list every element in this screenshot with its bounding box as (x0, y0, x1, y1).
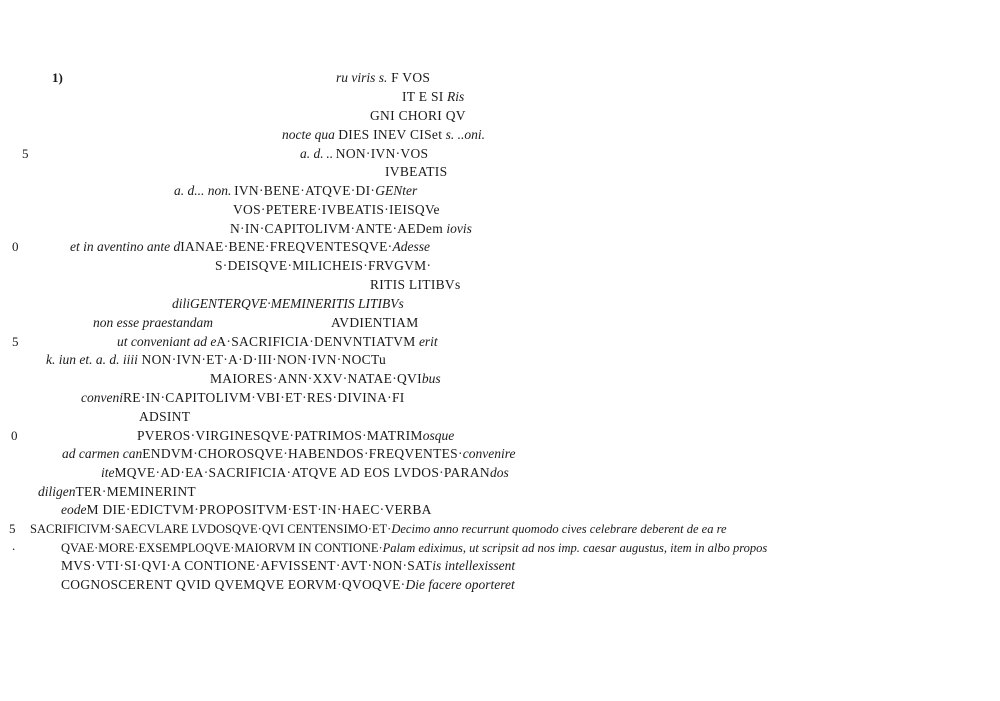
italic-restoration: is intellexissent (432, 558, 516, 573)
inscription-text: PVEROS·VIRGINESQVE·PATRIMOS·MATRIM (137, 428, 423, 443)
italic-restoration: iovis (443, 221, 472, 236)
inscription-text: IVN·BENE·ATQVE·DI· (234, 183, 376, 198)
inscription-text: ENDVM·CHOROSQVE·HABENDOS·FREQVENTES· (142, 446, 463, 461)
text-line: a. d. .. NON·IVN·VOS (300, 146, 428, 162)
italic-restoration: nocte qua (282, 127, 339, 142)
line-number: 0 (12, 239, 19, 254)
line-number: 0 (11, 428, 18, 443)
italic-restoration: k. iun et. a. d. iiii (46, 352, 138, 367)
text-line: nocte qua DIES INEV CISet s. ..oni. (282, 127, 485, 143)
inscription-text: NON·IVN·ET·A·D·III·NON·IVN·NOCTu (137, 352, 387, 367)
line-number: 5 (22, 146, 29, 161)
inscription-text: VOS·PETERE·IVBEATIS·IEISQVe (233, 202, 440, 217)
line-number: 5 (9, 521, 16, 536)
text-line: non esse praestandam AVDIENTIAM (93, 315, 419, 331)
italic-restoration: conveni (81, 390, 123, 405)
italic-restoration: eode (61, 502, 87, 517)
italic-restoration: ite (101, 465, 115, 480)
line-number: . (12, 538, 16, 553)
italic-restoration: dos (489, 465, 509, 480)
text-line: PVEROS·VIRGINESQVE·PATRIMOS·MATRIMosque (137, 428, 454, 444)
inscription-text: ADSINT (139, 409, 191, 424)
text-line: VOS·PETERE·IVBEATIS·IEISQVe (233, 202, 440, 218)
italic-restoration: s. ..oni. (442, 127, 486, 142)
italic-restoration: osque (422, 428, 455, 443)
inscription-text: MAIORES·ANN·XXV·NATAE·QVI (210, 371, 422, 386)
italic-restoration: diliGENTERQVE·MEMINERITIS LITIBVs (172, 296, 404, 311)
text-line: iteMQVE·AD·EA·SACRIFICIA·ATQVE AD EOS LV… (101, 465, 509, 481)
italic-restoration: diligen (38, 484, 76, 499)
text-line: RITIS LITIBVs (370, 277, 461, 293)
text-line: a. d... non. IVN·BENE·ATQVE·DI·GENter (174, 183, 417, 199)
text-line: MAIORES·ANN·XXV·NATAE·QVIbus (210, 371, 441, 387)
italic-restoration: ut conveniant ad e (117, 334, 217, 349)
text-line: N·IN·CAPITOLIVM·ANTE·AEDem iovis (230, 221, 472, 237)
inscription-text: IANAE·BENE·FREQVENTESQVE· (180, 239, 393, 254)
italic-restoration: ru viris s. (336, 70, 388, 85)
italic-restoration: erit (415, 334, 438, 349)
inscription-text: M DIE·EDICTVM·PROPOSITVM·EST·IN·HAEC·VER… (86, 502, 432, 517)
italic-restoration: a. d. .. (300, 146, 336, 161)
italic-restoration: ad carmen can (62, 446, 143, 461)
italic-restoration: Adesse (392, 239, 430, 254)
text-line: ut conveniant ad eA·SACRIFICIA·DENVNTIAT… (117, 334, 438, 350)
text-line: et in aventino ante dIANAE·BENE·FREQVENT… (70, 239, 430, 255)
inscription-text: QVAE·MORE·EXSEMPLOQVE·MAIORVM IN CONTION… (61, 541, 383, 555)
italic-restoration: convenire (462, 446, 516, 461)
text-line: SACRIFICIVM·SAECVLARE LVDOSQVE·QVI CENTE… (30, 521, 727, 537)
text-line: ADSINT (139, 409, 190, 425)
inscription-text: IT E SI (402, 89, 444, 104)
text-line: ad carmen canENDVM·CHOROSQVE·HABENDOS·FR… (62, 446, 516, 462)
italic-restoration: a. d... non. (174, 183, 235, 198)
inscription-text: A·SACRIFICIA·DENVNTIATVM (216, 334, 416, 349)
italic-restoration: Die facere oporteret (405, 577, 515, 592)
inscription-text: RE·IN·CAPITOLIVM·VBI·ET·RES·DIVINA·FI (122, 390, 405, 405)
text-line: diligenTER·MEMINERINT (38, 484, 196, 500)
text-line: conveniRE·IN·CAPITOLIVM·VBI·ET·RES·DIVIN… (81, 390, 405, 406)
italic-restoration: Decimo anno recurrunt quomodo cives cele… (391, 522, 727, 536)
text-line: IVBEATIS (385, 164, 447, 180)
italic-restoration: Ris (443, 89, 465, 104)
inscription-text: IVBEATIS (385, 164, 448, 179)
text-line: QVAE·MORE·EXSEMPLOQVE·MAIORVM IN CONTION… (61, 540, 767, 556)
italic-restoration: non esse praestandam (93, 315, 213, 330)
line-number: 5 (12, 334, 19, 349)
text-line: COGNOSCERENT QVID QVEMQVE EORVM·QVOQVE·D… (61, 577, 515, 593)
italic-restoration: Palam ediximus, ut scripsit ad nos imp. … (382, 541, 768, 555)
inscription-text: SACRIFICIVM·SAECVLARE LVDOSQVE·QVI CENTE… (30, 522, 392, 536)
inscription-text: N·IN·CAPITOLIVM·ANTE·AEDem (230, 221, 444, 236)
text-line: ru viris s. F VOS (336, 70, 430, 86)
text-line: GNI CHORI QV (370, 108, 466, 124)
italic-restoration: bus (421, 371, 441, 386)
inscription-text: COGNOSCERENT QVID QVEMQVE EORVM·QVOQVE· (61, 577, 406, 592)
italic-restoration: GENter (375, 183, 418, 198)
text-line: S·DEISQVE·MILICHEIS·FRVGVM· (215, 258, 431, 274)
inscription-page: 1) 5 0 5 0 5 . ru viris s. F VOS IT E SI… (0, 0, 1000, 701)
inscription-text: F VOS (387, 70, 431, 85)
text-line: k. iun et. a. d. iiii NON·IVN·ET·A·D·III… (46, 352, 386, 368)
inscription-text: MVS·VTI·SI·QVI·A CONTIONE·AFVISSENT·AVT·… (61, 558, 433, 573)
italic-restoration: et in aventino ante d (70, 239, 181, 254)
text-line: IT E SI Ris (402, 89, 464, 105)
inscription-text: RITIS LITIBVs (370, 277, 461, 292)
text-line: eodeM DIE·EDICTVM·PROPOSITVM·EST·IN·HAEC… (61, 502, 432, 518)
inscription-text: S·DEISQVE·MILICHEIS·FRVGVM· (215, 258, 432, 273)
inscription-text: NON·IVN·VOS (335, 146, 429, 161)
fragment-marker: 1) (52, 70, 63, 85)
inscription-text: DIES INEV CISet (338, 127, 443, 142)
inscription-text: AVDIENTIAM (331, 315, 419, 330)
text-line: MVS·VTI·SI·QVI·A CONTIONE·AFVISSENT·AVT·… (61, 558, 515, 574)
text-line: diliGENTERQVE·MEMINERITIS LITIBVs (172, 296, 404, 312)
inscription-text: GNI CHORI QV (370, 108, 466, 123)
inscription-text: MQVE·AD·EA·SACRIFICIA·ATQVE AD EOS LVDOS… (114, 465, 490, 480)
inscription-text: TER·MEMINERINT (75, 484, 196, 499)
